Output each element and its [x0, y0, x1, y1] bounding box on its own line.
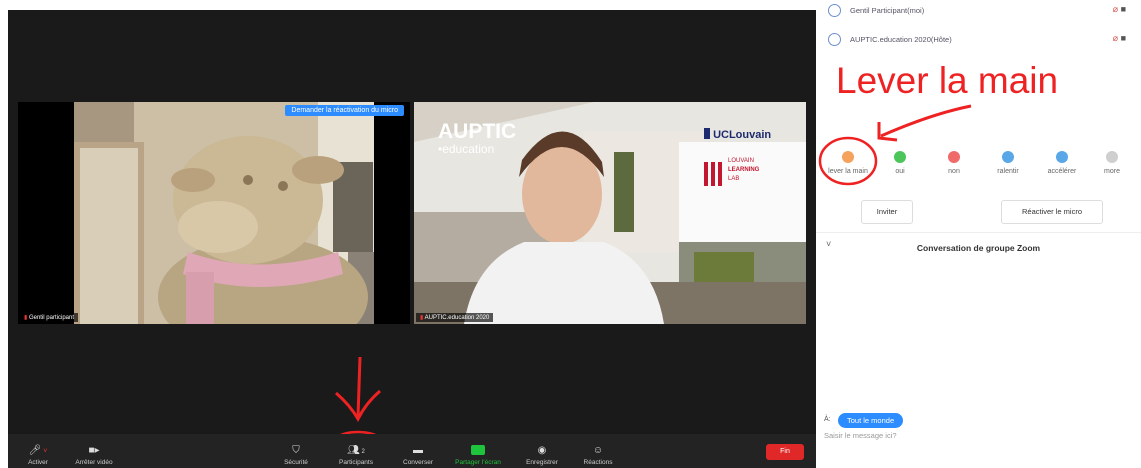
tile-name-label: ▮ Gentil participant [20, 313, 78, 322]
reaction-icon: ☺ [592, 445, 604, 456]
reaction-label: accélérer [1047, 168, 1077, 175]
participant-name: Gentil Participant(moi) [850, 6, 925, 15]
meeting-toolbar: 🎤︎ ˅ Activer ■▸ Arrêter vidéo ⛉ Sécurité… [8, 434, 816, 468]
uclouvain-logo: UCLouvain [704, 128, 771, 141]
camera-icon: ■ [1120, 33, 1126, 43]
slow-down-icon [1002, 151, 1014, 163]
participant-row[interactable]: AUPTIC.education 2020(Hôte) ⌀ ■ [828, 32, 1138, 48]
reaction-label: non [948, 168, 960, 175]
toolbar-label: Réactions [583, 459, 613, 466]
reaction-more[interactable]: more [1086, 151, 1138, 175]
record-icon: ◉ [537, 445, 547, 456]
chat-to-label: À: [824, 416, 831, 423]
annotation-circle-raise-hand [818, 136, 878, 186]
shield-icon: ⛉ [292, 445, 300, 456]
toolbar-label: Partager l'écran [455, 459, 501, 466]
participants-icon: 👥︎ 2 [347, 445, 365, 456]
no-icon [948, 151, 960, 163]
video-tile-gentil-participant[interactable]: Demander la réactivation du micro ▮ Gent… [18, 102, 410, 324]
chat-icon: ▬ [413, 445, 423, 456]
toolbar-label: Arrêter vidéo [75, 459, 113, 466]
toolbar-label: Enregistrer [526, 459, 558, 466]
toolbar-label: Converser [403, 459, 433, 466]
annotation-down-arrow [335, 356, 381, 423]
toolbar-chat-button[interactable]: ▬ Converser [390, 445, 446, 466]
uclouvain-mark-icon [704, 128, 710, 139]
chat-recipient-dropdown[interactable]: Tout le monde [838, 413, 904, 428]
mic-muted-icon: ⌀ [1112, 4, 1119, 14]
toolbar-participants-button[interactable]: 👥︎ 2 Participants [328, 445, 384, 466]
toolbar-label: Sécurité [284, 459, 308, 466]
reaction-label: ralentir [997, 168, 1019, 175]
share-screen-icon [450, 445, 506, 456]
meeting-area: Demander la réactivation du micro ▮ Gent… [8, 10, 816, 468]
avatar-icon [828, 4, 841, 17]
reaction-no[interactable]: non [928, 151, 980, 175]
camera-icon: ■ [1120, 4, 1126, 14]
lll-bar-icon [704, 162, 708, 186]
avatar-icon [828, 33, 841, 46]
participant-status-icons: ⌀ ■ [1113, 4, 1126, 15]
camera-icon: ■▸ [88, 445, 100, 456]
reaction-slow-down[interactable]: ralentir [982, 151, 1034, 175]
toolbar-security-button[interactable]: ⛉ Sécurité [268, 445, 324, 466]
chat-title: Conversation de groupe Zoom [916, 243, 1041, 253]
speed-up-icon [1056, 151, 1068, 163]
participants-panel: Gentil Participant(moi) ⌀ ■ AUPTIC.educa… [816, 0, 1141, 468]
mic-muted-icon: ⌀ [1112, 33, 1119, 43]
toolbar-share-screen-button[interactable]: Partager l'écran [450, 445, 506, 466]
lll-bar-icon [711, 162, 715, 186]
toolbar-reactions-button[interactable]: ☺ Réactions [570, 445, 626, 466]
lll-text-1: LOUVAIN [728, 158, 754, 164]
lll-text-3: LAB [728, 176, 740, 182]
tile-name-label: ▮ AUPTIC.education 2020 [416, 313, 494, 322]
reaction-speed-up[interactable]: accélérer [1036, 151, 1088, 175]
participant-status-icons: ⌀ ■ [1113, 33, 1126, 44]
invite-button[interactable]: Inviter [861, 200, 913, 224]
lll-bar-icon [718, 162, 722, 186]
reaction-label: oui [895, 168, 905, 175]
chat-message-input[interactable]: Saisir le message ici? [824, 431, 897, 440]
toolbar-record-button[interactable]: ◉ Enregistrer [514, 445, 570, 466]
plush-cow-video [18, 102, 410, 324]
annotation-lever-la-main: Lever la main [836, 60, 1059, 101]
reaction-label: more [1104, 168, 1120, 175]
lll-text-2: LEARNING [728, 167, 760, 173]
more-icon [1106, 151, 1118, 163]
participant-name: AUPTIC.education 2020(Hôte) [850, 35, 952, 44]
chat-header: ˅ Conversation de groupe Zoom [816, 232, 1141, 261]
reaction-yes[interactable]: oui [874, 151, 926, 175]
mic-muted-icon: 🎤︎ ˅ [28, 445, 48, 456]
uclouvain-text: UCLouvain [713, 129, 772, 141]
unmute-all-button[interactable]: Réactiver le micro [1001, 200, 1103, 224]
video-tile-host[interactable]: AUPTIC •education UCLouvain LOUVAIN LEAR… [414, 102, 806, 324]
annotation-arrow-to-raise-hand [877, 104, 972, 142]
toolbar-stop-video-button[interactable]: ■▸ Arrêter vidéo [66, 445, 122, 466]
participant-row[interactable]: Gentil Participant(moi) ⌀ ■ [828, 3, 1138, 19]
toolbar-label: Activer [28, 459, 48, 466]
toolbar-unmute-button[interactable]: 🎤︎ ˅ Activer [10, 445, 66, 466]
yes-icon [894, 151, 906, 163]
request-unmute-button[interactable]: Demander la réactivation du micro [285, 105, 404, 116]
auptic-title: AUPTIC [438, 120, 517, 143]
end-meeting-button[interactable]: Fin [766, 444, 804, 460]
auptic-sub: •education [438, 142, 495, 156]
tile1-name: Gentil participant [28, 315, 74, 321]
toolbar-label: Participants [339, 459, 373, 466]
tile2-name: AUPTIC.education 2020 [424, 315, 490, 321]
